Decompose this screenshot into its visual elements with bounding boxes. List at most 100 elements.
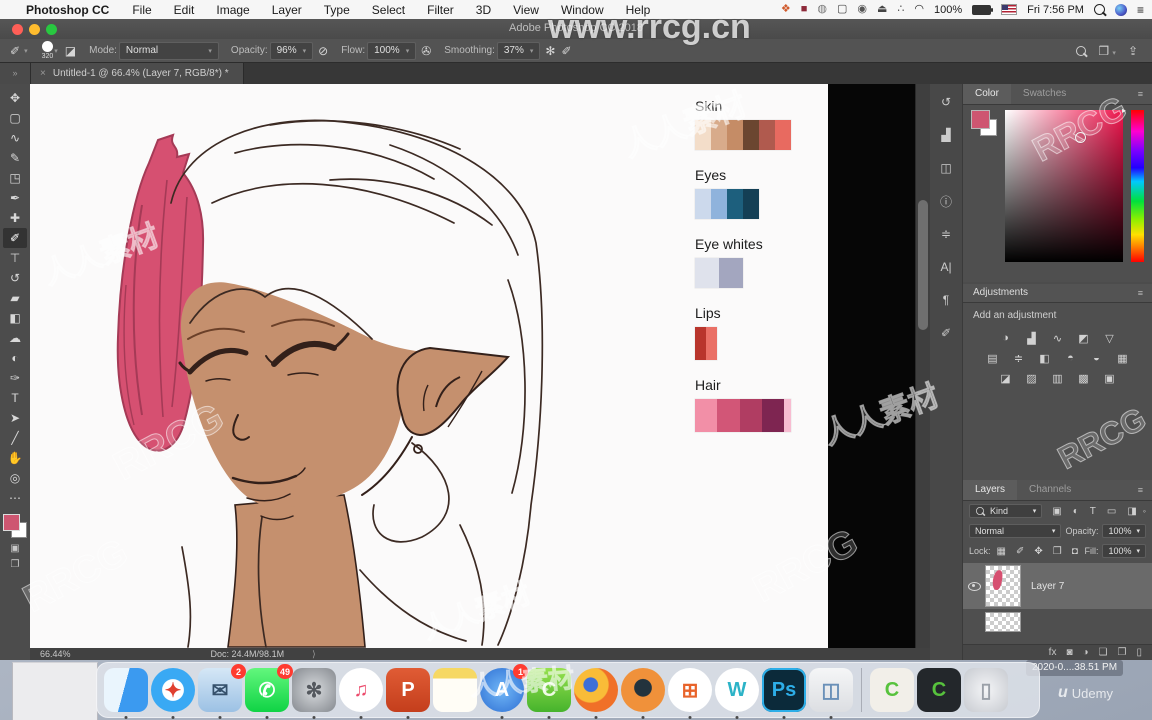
new-group-icon[interactable]: ❏ [1099, 647, 1108, 658]
menu-file[interactable]: File [121, 3, 162, 17]
palette-swatch[interactable] [719, 258, 743, 288]
history-brush-tool[interactable]: ↺ [3, 268, 27, 288]
palette-swatch[interactable] [695, 399, 718, 432]
layer-mask-icon[interactable]: ◙ [1066, 647, 1072, 658]
palette-swatch[interactable] [711, 189, 727, 219]
hand-tool[interactable]: ✋ [3, 448, 27, 468]
menu-filter[interactable]: Filter [416, 3, 465, 17]
properties-panel-icon[interactable]: ≑ [934, 222, 958, 246]
line-tool[interactable]: ╱ [3, 428, 27, 448]
dock-app-store[interactable]: A1 [480, 664, 528, 719]
layer-fill-select[interactable]: 100% ▾ [1102, 544, 1146, 558]
type-tool[interactable]: T [3, 388, 27, 408]
palette-swatch[interactable] [717, 399, 740, 432]
flow-select[interactable]: 100% ▾ [367, 41, 417, 60]
mode-select[interactable]: Normal ▾ [118, 41, 219, 60]
new-adjustment-icon[interactable]: ◑ [1083, 647, 1089, 658]
dock-firefox[interactable] [574, 668, 618, 719]
palette-swatch[interactable] [775, 120, 791, 150]
scrollbar-thumb[interactable] [918, 200, 928, 330]
saturation-brightness-field[interactable] [1005, 110, 1123, 262]
layer-row-partial[interactable] [963, 611, 1152, 633]
selective-color-icon[interactable]: ▣ [1101, 371, 1118, 385]
status-chevron-icon[interactable]: ⟩ [312, 649, 316, 660]
dock-facetime[interactable]: ✆ 49 [245, 664, 293, 719]
foreground-color-swatch[interactable] [971, 110, 990, 129]
lock-artboard-icon[interactable]: ❐ [1053, 546, 1062, 557]
dock-finder[interactable] [104, 668, 148, 719]
share-icon[interactable]: ⇪ [1128, 44, 1138, 58]
layer-filter-select[interactable]: Kind ▾ [969, 504, 1043, 518]
tab-swatches[interactable]: Swatches [1011, 84, 1078, 104]
palette-swatch[interactable] [695, 120, 711, 150]
layer-name[interactable]: Layer 7 [1031, 581, 1064, 592]
panel-menu-icon[interactable]: ≡ [1138, 284, 1144, 302]
display-icon[interactable]: ▢ [837, 0, 847, 19]
vertical-scrollbar[interactable] [915, 84, 930, 648]
marquee-tool[interactable]: ▢ [3, 108, 27, 128]
app-grid-icon[interactable]: ❖ [781, 0, 791, 19]
red-app-icon[interactable]: ■ [801, 0, 808, 19]
gradient-tool[interactable]: ◧ [3, 308, 27, 328]
menu-layer[interactable]: Layer [261, 3, 313, 17]
color-lookup-icon[interactable]: ▦ [1114, 351, 1131, 365]
paragraph-panel-icon[interactable]: ¶ [934, 288, 958, 312]
dodge-tool[interactable]: ◐ [3, 348, 27, 368]
threshold-icon[interactable]: ▥ [1049, 371, 1066, 385]
palette-swatch[interactable] [695, 189, 711, 219]
menu-help[interactable]: Help [615, 3, 662, 17]
filter-pin-icon[interactable]: ◦ [1143, 506, 1146, 516]
dock-itunes[interactable]: ♫ [339, 668, 383, 719]
workspace-switcher-icon[interactable]: ❐ ▾ [1098, 44, 1116, 58]
brush-preset-picker[interactable]: 320 [42, 41, 53, 60]
layer-thumbnail[interactable] [985, 565, 1021, 607]
airplay-icon[interactable]: ⏏ [877, 0, 887, 19]
airbrush-icon[interactable]: ✇ [421, 44, 431, 58]
dock-orange-circle-app[interactable] [621, 668, 665, 719]
record-icon[interactable]: ◉ [857, 0, 867, 19]
dock-photoshop[interactable]: Ps [762, 668, 806, 719]
palette-swatch[interactable] [743, 189, 759, 219]
info-panel-icon[interactable]: ⓘ [934, 189, 958, 213]
foreground-color-swatch[interactable] [3, 514, 20, 531]
palette-swatch[interactable] [761, 399, 784, 432]
lock-pixels-icon[interactable]: ✐ [1016, 546, 1024, 557]
palette-swatch[interactable] [695, 258, 719, 288]
photo-filter-icon[interactable]: ◓ [1062, 351, 1079, 365]
palette-swatch[interactable] [727, 120, 743, 150]
brightness-contrast-icon[interactable]: ◑ [997, 331, 1014, 345]
eyedropper-tool[interactable]: ✒ [3, 188, 27, 208]
menu-window[interactable]: Window [550, 3, 615, 17]
panel-menu-icon[interactable]: ≡ [1138, 485, 1144, 495]
notification-center-icon[interactable]: ≡ [1137, 3, 1144, 17]
dock-safari[interactable]: ✦ [151, 668, 195, 719]
hue-saturation-icon[interactable]: ▤ [984, 351, 1001, 365]
dock-wunderlist[interactable]: W [715, 668, 759, 719]
quick-selection-tool[interactable]: ✎ [3, 148, 27, 168]
palette-swatch[interactable] [695, 327, 706, 360]
palette-swatch[interactable] [739, 399, 762, 432]
spot-healing-tool[interactable]: ✚ [3, 208, 27, 228]
dock-camtasia-video-file[interactable]: C [917, 668, 961, 712]
eraser-tool[interactable]: ▰ [3, 288, 27, 308]
toggle-brush-settings-icon[interactable]: ◪ [65, 44, 76, 58]
sync-icon[interactable]: ◍ [817, 0, 827, 19]
histogram-panel-icon[interactable]: ▟ [934, 123, 958, 147]
layer-thumbnail[interactable] [985, 612, 1021, 632]
tab-color[interactable]: Color [963, 84, 1011, 104]
vibrance-icon[interactable]: ▽ [1101, 331, 1118, 345]
color-picker-cursor[interactable] [1075, 132, 1086, 143]
close-tab-icon[interactable]: × [40, 68, 46, 79]
palette-swatch[interactable] [759, 120, 775, 150]
toolbar-collapse-icon[interactable]: » [0, 63, 31, 84]
brush-tool-icon[interactable]: ✐ [10, 44, 20, 58]
color-balance-icon[interactable]: ≑ [1010, 351, 1027, 365]
more-tool[interactable]: ⋯ [3, 488, 27, 508]
zoom-level-field[interactable]: 66.44% [40, 649, 71, 659]
invert-icon[interactable]: ◪ [997, 371, 1014, 385]
palette-swatch[interactable] [706, 327, 717, 360]
dock-system-preferences[interactable]: ✻ [292, 668, 336, 719]
brush-settings-panel-icon[interactable]: ✐ [934, 321, 958, 345]
dock-camtasia[interactable]: C [527, 668, 571, 719]
palette-swatch[interactable] [743, 120, 759, 150]
